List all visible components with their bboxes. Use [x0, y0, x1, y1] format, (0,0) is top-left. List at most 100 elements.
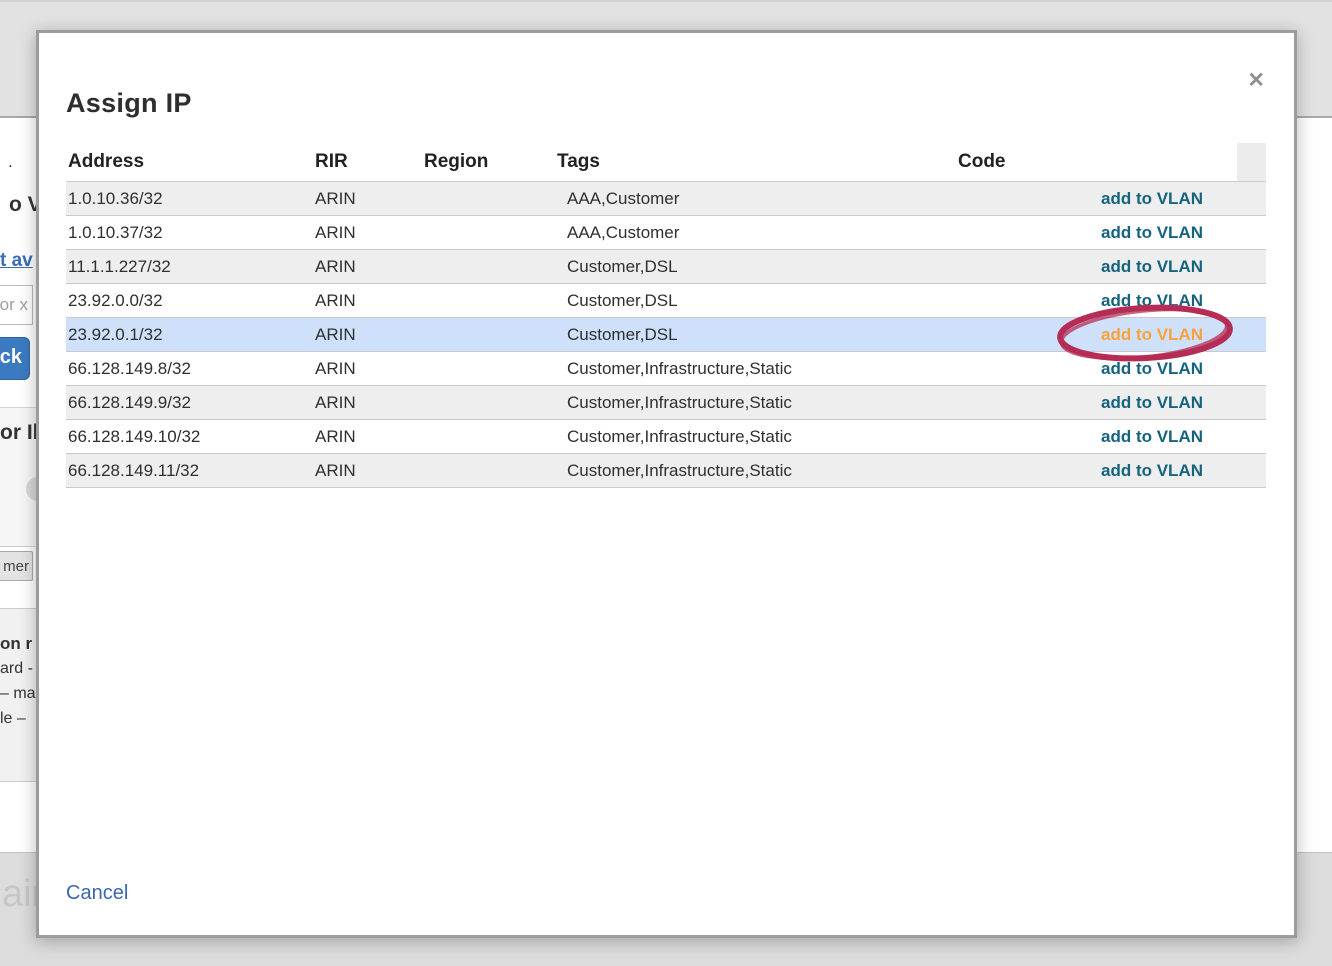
background-link-fragment[interactable]: t av [0, 250, 33, 272]
tags-cell: Customer,DSL [557, 318, 958, 352]
table-row: 1.0.10.37/32 ARIN AAA,Customer add to VL… [66, 216, 1266, 250]
region-cell [424, 284, 557, 318]
region-cell [424, 352, 557, 386]
rir-cell: ARIN [315, 284, 424, 318]
add-to-vlan-link[interactable]: add to VLAN [1101, 393, 1203, 412]
table-row: 1.0.10.36/32 ARIN AAA,Customer add to VL… [66, 182, 1266, 216]
code-cell [958, 454, 1083, 488]
ip-address-cell: 66.128.149.11/32 [66, 454, 315, 488]
region-cell [424, 216, 557, 250]
code-cell [958, 284, 1083, 318]
cancel-link[interactable]: Cancel [66, 882, 128, 905]
background-chip-label: mer [3, 558, 29, 575]
region-cell [424, 420, 557, 454]
rir-cell: ARIN [315, 420, 424, 454]
background-button-label: ck [0, 346, 22, 369]
rir-cell: ARIN [315, 454, 424, 488]
region-cell [424, 454, 557, 488]
tags-cell: AAA,Customer [557, 182, 958, 216]
assign-ip-modal: ✕ Assign IP Address RIR Region Tags Code [36, 30, 1297, 938]
background-panel-heading: on r [0, 631, 38, 656]
ip-address-cell: 66.128.149.10/32 [66, 420, 315, 454]
add-to-vlan-link[interactable]: add to VLAN [1101, 291, 1203, 310]
tags-cell: Customer,DSL [557, 250, 958, 284]
code-cell [958, 250, 1083, 284]
ip-address-cell: 66.128.149.9/32 [66, 386, 315, 420]
ip-address-cell: 23.92.0.1/32 [66, 318, 315, 352]
screen: ain . o Vl t av or x ck or Il mer on r a… [0, 0, 1332, 966]
close-icon[interactable]: ✕ [1247, 70, 1265, 91]
header-scrollbar-spacer [1237, 143, 1266, 182]
rir-cell: ARIN [315, 386, 424, 420]
column-header-tags: Tags [557, 143, 958, 182]
background-panel-line: le – [0, 706, 38, 731]
code-cell [958, 182, 1083, 216]
background-section: or Il [0, 407, 38, 547]
table-row: 66.128.149.11/32 ARIN Customer,Infrastru… [66, 454, 1266, 488]
code-cell [958, 318, 1083, 352]
row-spacer-cell [1237, 284, 1266, 318]
rir-cell: ARIN [315, 250, 424, 284]
table-header-row: Address RIR Region Tags Code [66, 143, 1266, 182]
code-cell [958, 216, 1083, 250]
background-subheading-fragment: or Il [0, 421, 39, 445]
ip-address-cell: 11.1.1.227/32 [66, 250, 315, 284]
background-info-panel: on r ard - – ma le – [0, 608, 38, 782]
tags-cell: Customer,Infrastructure,Static [557, 386, 958, 420]
add-to-vlan-link[interactable]: add to VLAN [1101, 461, 1203, 480]
tags-cell: Customer,Infrastructure,Static [557, 454, 958, 488]
ip-address-cell: 1.0.10.37/32 [66, 216, 315, 250]
row-spacer-cell [1237, 182, 1266, 216]
row-spacer-cell [1237, 454, 1266, 488]
add-to-vlan-link[interactable]: add to VLAN [1101, 257, 1203, 276]
column-header-address: Address [66, 143, 315, 182]
code-cell [958, 352, 1083, 386]
ip-address-cell: 1.0.10.36/32 [66, 182, 315, 216]
ip-address-table: Address RIR Region Tags Code 1.0.10.36/3… [66, 143, 1266, 488]
table-row: 11.1.1.227/32 ARIN Customer,DSL add to V… [66, 250, 1266, 284]
background-panel-line: ard - [0, 656, 38, 681]
add-to-vlan-link[interactable]: add to VLAN [1101, 189, 1203, 208]
ip-address-cell: 66.128.149.8/32 [66, 352, 315, 386]
column-header-region: Region [424, 143, 557, 182]
region-cell [424, 182, 557, 216]
column-header-rir: RIR [315, 143, 424, 182]
row-spacer-cell [1237, 352, 1266, 386]
rir-cell: ARIN [315, 352, 424, 386]
add-to-vlan-link-hovered[interactable]: add to VLAN [1101, 325, 1203, 344]
add-to-vlan-link[interactable]: add to VLAN [1101, 223, 1203, 242]
region-cell [424, 318, 557, 352]
rir-cell: ARIN [315, 182, 424, 216]
background-check-button[interactable]: ck [0, 337, 30, 380]
rir-cell: ARIN [315, 318, 424, 352]
add-to-vlan-link[interactable]: add to VLAN [1101, 359, 1203, 378]
code-cell [958, 420, 1083, 454]
table-row: 23.92.0.0/32 ARIN Customer,DSL add to VL… [66, 284, 1266, 318]
column-header-code: Code [958, 143, 1083, 182]
background-text-fragment: . [8, 152, 13, 172]
rir-cell: ARIN [315, 216, 424, 250]
row-spacer-cell [1237, 386, 1266, 420]
background-tag-chip[interactable]: mer [0, 551, 33, 581]
tags-cell: Customer,Infrastructure,Static [557, 352, 958, 386]
background-ip-input[interactable]: or x [0, 285, 33, 325]
table-row-highlighted: 23.92.0.1/32 ARIN Customer,DSL add to VL… [66, 318, 1266, 352]
background-panel-line: – ma [0, 681, 38, 706]
code-cell [958, 386, 1083, 420]
modal-title: Assign IP [66, 88, 192, 119]
ip-address-cell: 23.92.0.0/32 [66, 284, 315, 318]
column-header-action [1083, 143, 1237, 182]
tags-cell: AAA,Customer [557, 216, 958, 250]
table-row: 66.128.149.9/32 ARIN Customer,Infrastruc… [66, 386, 1266, 420]
region-cell [424, 386, 557, 420]
table-row: 66.128.149.8/32 ARIN Customer,Infrastruc… [66, 352, 1266, 386]
add-to-vlan-link[interactable]: add to VLAN [1101, 427, 1203, 446]
row-spacer-cell [1237, 420, 1266, 454]
background-input-placeholder: or x [0, 295, 28, 315]
row-spacer-cell [1237, 250, 1266, 284]
table-row: 66.128.149.10/32 ARIN Customer,Infrastru… [66, 420, 1266, 454]
row-spacer-cell [1237, 216, 1266, 250]
region-cell [424, 250, 557, 284]
tags-cell: Customer,DSL [557, 284, 958, 318]
row-spacer-cell [1237, 318, 1266, 352]
